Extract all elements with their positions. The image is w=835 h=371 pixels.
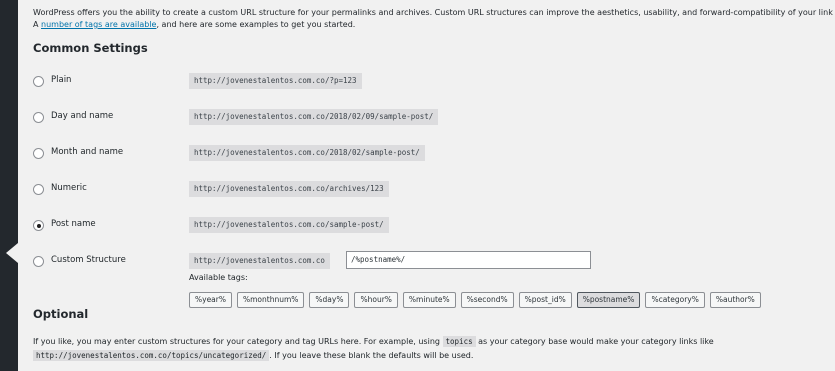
- intro-text: WordPress offers you the ability to crea…: [33, 7, 833, 31]
- common-settings-heading: Common Settings: [33, 41, 148, 55]
- numeric-example: http://jovenestalentos.com.co/archives/1…: [189, 181, 389, 197]
- permalink-settings-content: WordPress offers you the ability to crea…: [33, 0, 835, 371]
- optional-heading: Optional: [33, 307, 89, 321]
- custom-structure-input[interactable]: /%postname%/: [346, 251, 591, 269]
- post-name-radio[interactable]: [33, 220, 44, 231]
- month-and-name-radio[interactable]: [33, 148, 44, 159]
- tag-button-postname[interactable]: %postname%: [576, 292, 641, 308]
- optional-description: If you like, you may enter custom struct…: [33, 336, 714, 347]
- available-tags-link[interactable]: number of tags are available: [41, 20, 156, 29]
- custom-structure-radio[interactable]: [33, 256, 44, 267]
- tag-button-hour[interactable]: %hour%: [354, 292, 398, 308]
- optional-example-url: http://jovenestalentos.com.co/topics/unc…: [33, 350, 270, 361]
- tag-button-year[interactable]: %year%: [189, 292, 232, 308]
- numeric-radio[interactable]: [33, 184, 44, 195]
- plain-radio[interactable]: [33, 76, 44, 87]
- tag-button-post-id[interactable]: %post_id%: [518, 292, 572, 308]
- tag-button-day[interactable]: %day%: [309, 292, 350, 308]
- current-menu-arrow-icon: [6, 243, 18, 263]
- intro-line-2: A number of tags are available, and here…: [33, 19, 833, 31]
- plain-example: http://jovenestalentos.com.co/?p=123: [189, 73, 362, 89]
- intro-line-1: WordPress offers you the ability to crea…: [33, 8, 833, 17]
- day-and-name-label: Day and name: [51, 111, 114, 121]
- admin-sidebar: [0, 0, 18, 371]
- tag-button-category[interactable]: %category%: [645, 292, 705, 308]
- available-tags: %year% %monthnum% %day% %hour% %minute% …: [189, 292, 761, 308]
- day-and-name-radio[interactable]: [33, 112, 44, 123]
- numeric-label: Numeric: [51, 183, 87, 193]
- intro-line-2-prefix: A: [33, 20, 42, 29]
- plain-label: Plain: [51, 75, 72, 85]
- month-and-name-example: http://jovenestalentos.com.co/2018/02/sa…: [189, 145, 425, 161]
- month-and-name-label: Month and name: [51, 147, 124, 157]
- custom-structure-base-url: http://jovenestalentos.com.co: [189, 253, 330, 269]
- optional-desc-prefix: If you like, you may enter custom struct…: [33, 337, 443, 346]
- day-and-name-example: http://jovenestalentos.com.co/2018/02/09…: [189, 109, 439, 125]
- tag-button-monthnum[interactable]: %monthnum%: [237, 292, 305, 308]
- tag-button-second[interactable]: %second%: [460, 292, 514, 308]
- optional-topics-code: topics: [442, 336, 476, 347]
- post-name-example: http://jovenestalentos.com.co/sample-pos…: [189, 217, 389, 233]
- tag-button-author[interactable]: %author%: [709, 292, 761, 308]
- intro-line-2-suffix: , and here are some examples to get you …: [156, 20, 356, 29]
- optional-desc-suffix: as your category base would make your ca…: [475, 337, 714, 346]
- tag-button-minute[interactable]: %minute%: [402, 292, 456, 308]
- optional-desc-line2-suffix: . If you leave these blank the defaults …: [269, 351, 474, 360]
- optional-description-line-2: http://jovenestalentos.com.co/topics/unc…: [33, 350, 474, 361]
- available-tags-label: Available tags:: [189, 273, 248, 282]
- post-name-label: Post name: [51, 219, 96, 229]
- custom-structure-label: Custom Structure: [51, 255, 126, 265]
